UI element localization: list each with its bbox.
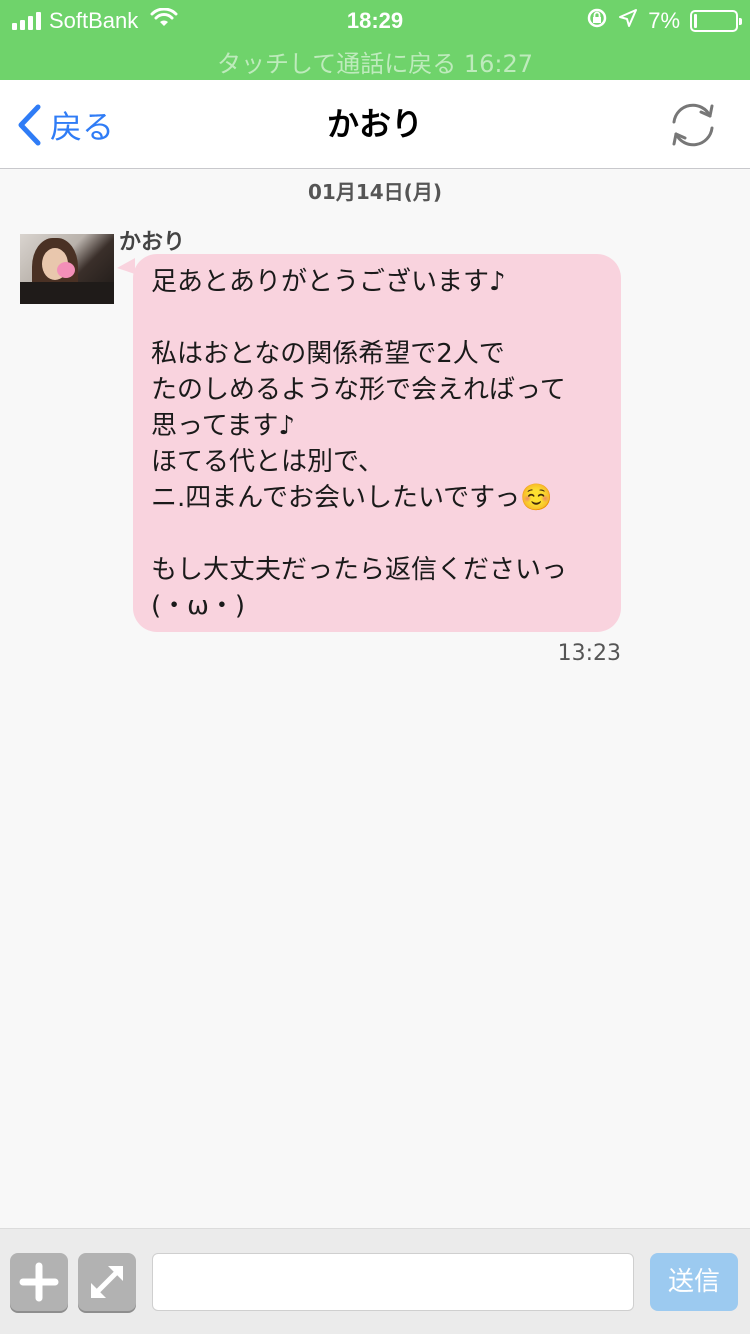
rotation-lock-icon bbox=[586, 7, 608, 35]
battery-icon bbox=[690, 10, 742, 32]
back-label: 戻る bbox=[50, 107, 115, 146]
message-timestamp: 13:23 bbox=[557, 641, 621, 666]
avatar[interactable] bbox=[20, 234, 114, 304]
date-separator: 01月14日(月) bbox=[308, 180, 442, 204]
battery-percent: 7% bbox=[648, 8, 680, 33]
bubble-tail bbox=[117, 258, 135, 274]
add-attachment-button[interactable] bbox=[10, 1253, 68, 1311]
location-icon bbox=[618, 8, 638, 34]
refresh-icon bbox=[672, 103, 714, 147]
refresh-button[interactable] bbox=[666, 100, 720, 150]
plus-icon bbox=[19, 1262, 59, 1302]
message-input[interactable] bbox=[152, 1253, 634, 1311]
expand-button[interactable] bbox=[78, 1253, 136, 1311]
message-input-bar: 送信 bbox=[0, 1228, 750, 1334]
sender-name: かおり bbox=[119, 230, 186, 255]
send-button[interactable]: 送信 bbox=[650, 1253, 738, 1311]
navigation-bar: 戻る かおり bbox=[0, 80, 750, 169]
status-bar: SoftBank 18:29 7% タッチして通話に戻る 16:27 bbox=[0, 0, 750, 80]
back-button[interactable]: 戻る bbox=[16, 80, 114, 169]
status-right: 7% bbox=[586, 6, 742, 36]
expand-icon bbox=[91, 1266, 123, 1298]
chevron-left-icon bbox=[18, 104, 41, 145]
return-to-call-banner[interactable]: タッチして通話に戻る 16:27 bbox=[0, 44, 750, 79]
message-bubble: 足あとありがとうございます♪ 私はおとなの関係希望で2人で たのしめるような形で… bbox=[133, 254, 621, 632]
